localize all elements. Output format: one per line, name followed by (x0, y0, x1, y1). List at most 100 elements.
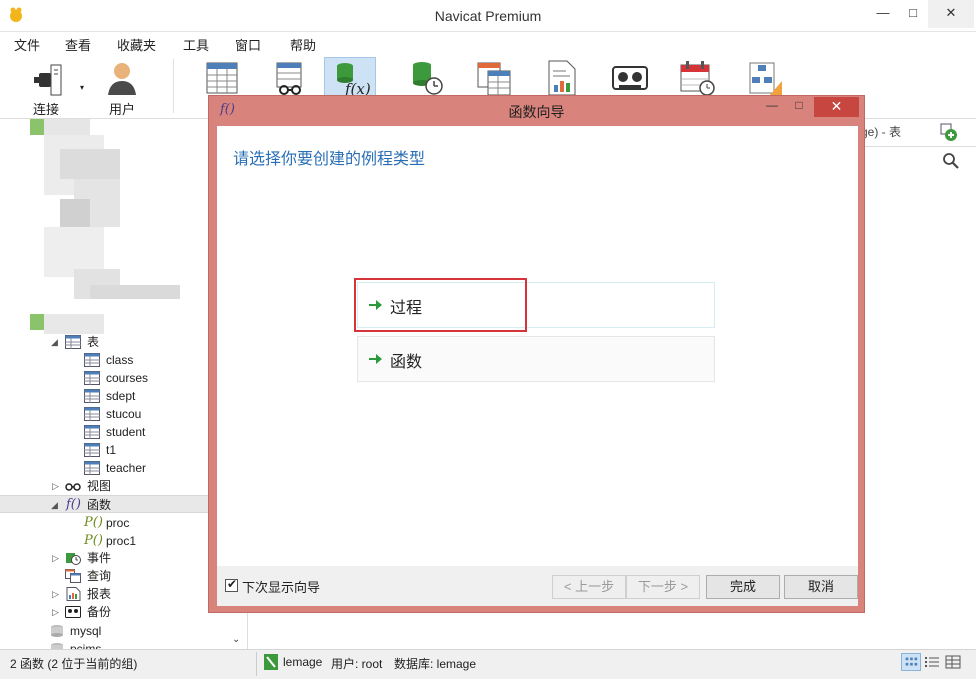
status-separator (256, 652, 257, 676)
dialog-body: 请选择你要创建的例程类型 过程 函数 (217, 126, 858, 566)
tree-label-functions: 函数 (87, 498, 112, 512)
dialog-heading: 请选择你要创建的例程类型 (233, 151, 426, 168)
minimize-button[interactable]: — (868, 0, 898, 28)
menu-view[interactable]: 查看 (65, 35, 91, 54)
obscured-tree-region (30, 119, 180, 334)
table-icon (206, 62, 238, 94)
event-icon (413, 62, 443, 95)
function-name: proc1 (106, 534, 137, 548)
database-info: 数据库: lemage (394, 657, 477, 671)
connect-label: 连接 (32, 102, 59, 117)
dialog-close-button[interactable]: ✕ (814, 97, 859, 117)
finish-button[interactable]: 完成 (706, 575, 780, 599)
user-icon (108, 63, 136, 95)
view-icon (276, 62, 302, 95)
table-name: sdept (106, 389, 136, 403)
backup-icon (612, 66, 648, 90)
option-label: 函数 (390, 354, 423, 371)
collapsed-arrow-icon[interactable]: ▷ (52, 549, 59, 567)
table-name: courses (106, 371, 149, 385)
table-icon (84, 371, 100, 385)
menu-file[interactable]: 文件 (14, 35, 40, 54)
schedule-icon (680, 61, 715, 96)
cancel-button[interactable]: 取消 (784, 575, 858, 599)
tree-label-queries: 查询 (87, 569, 112, 583)
table-icon (84, 407, 100, 421)
database-name: mysql (70, 624, 102, 638)
table-icon (84, 389, 100, 403)
event-icon (66, 553, 81, 565)
connection-name: lemage (283, 655, 323, 669)
tree-label-events: 事件 (87, 551, 112, 565)
report-icon (548, 60, 576, 96)
menu-favorites[interactable]: 收藏夹 (117, 35, 156, 54)
menu-window[interactable]: 窗口 (235, 35, 261, 54)
glasses-icon (65, 483, 81, 491)
dialog-maximize-button[interactable]: □ (789, 98, 809, 118)
tree-label-reports: 报表 (87, 587, 112, 601)
menu-help[interactable]: 帮助 (290, 35, 316, 54)
previous-button[interactable]: < 上一步 (552, 575, 626, 599)
menu-bar: 文件 查看 收藏夹 工具 窗口 帮助 (0, 33, 976, 53)
dialog-titlebar[interactable]: f() 函数向导 — □ ✕ (209, 96, 864, 124)
tree-node-database[interactable]: mysql (0, 622, 247, 640)
expanded-arrow-icon[interactable]: ◢ (51, 496, 58, 514)
database-icon (51, 643, 63, 649)
object-count: 2 函数 (2 位于当前的组) (10, 657, 138, 671)
collapsed-arrow-icon[interactable]: ▷ (52, 477, 59, 495)
grid-view-icon[interactable] (901, 653, 921, 671)
connect-dropdown-icon[interactable]: ▾ (80, 83, 84, 92)
connection-icon (264, 654, 278, 670)
list-view-icon[interactable] (922, 653, 942, 671)
object-tab[interactable]: ge) - 表 (861, 123, 901, 140)
function-wizard-dialog: f() 函数向导 — □ ✕ 请选择你要创建的例程类型 过程 函数 ✔ 下次显示… (208, 95, 865, 613)
table-icon (84, 425, 100, 439)
function-name: proc (106, 516, 130, 530)
function-icon: f() (66, 497, 81, 512)
procedure-icon: P() (84, 533, 103, 548)
connect-button[interactable]: ▾ 连接 (22, 57, 84, 117)
maximize-button[interactable]: □ (898, 0, 928, 28)
menu-tools[interactable]: 工具 (183, 35, 209, 54)
table-icon (65, 335, 81, 349)
tree-node-database[interactable]: pcims (0, 640, 247, 649)
expanded-arrow-icon[interactable]: ◢ (51, 333, 58, 351)
option-function[interactable]: 函数 (357, 336, 715, 382)
tree-label-views: 视图 (87, 479, 112, 493)
database-name: pcims (70, 642, 102, 649)
scroll-down-arrow-icon[interactable]: ⌄ (232, 634, 240, 645)
dialog-footer: ✔ 下次显示向导 < 上一步 下一步 > 完成 取消 (217, 566, 858, 606)
query-icon (65, 569, 81, 583)
query-icon (477, 62, 511, 96)
user-label: 用户 (108, 102, 135, 117)
table-name: stucou (106, 407, 142, 421)
database-icon (51, 625, 63, 637)
table-name: student (106, 425, 146, 439)
tree-label-backups: 备份 (87, 605, 112, 619)
table-name: class (106, 353, 134, 367)
table-icon (84, 353, 100, 367)
add-object-icon[interactable] (937, 122, 959, 142)
plug-icon (34, 64, 62, 96)
next-button[interactable]: 下一步 > (626, 575, 700, 599)
backup-icon (65, 606, 81, 618)
collapsed-arrow-icon[interactable]: ▷ (52, 603, 59, 621)
status-bar: 2 函数 (2 位于当前的组) lemage 用户: root 数据库: lem… (0, 649, 976, 679)
model-icon (749, 62, 782, 95)
highlight-annotation-box (354, 278, 527, 332)
user-button[interactable]: 用户 (98, 57, 146, 117)
collapsed-arrow-icon[interactable]: ▷ (52, 585, 59, 603)
dialog-minimize-button[interactable]: — (762, 98, 782, 118)
show-wizard-checkbox[interactable]: ✔ (225, 577, 238, 592)
toolbar-separator (173, 59, 174, 113)
table-icon (84, 461, 100, 475)
app-title: Navicat Premium (434, 8, 542, 24)
detail-view-icon[interactable] (943, 653, 963, 671)
green-arrow-icon (369, 354, 382, 364)
table-icon (84, 443, 100, 457)
report-icon (66, 587, 81, 601)
search-icon[interactable] (942, 152, 960, 170)
table-name: t1 (106, 443, 117, 457)
close-button[interactable]: ✕ (928, 0, 974, 28)
show-wizard-label[interactable]: 下次显示向导 (242, 577, 320, 596)
